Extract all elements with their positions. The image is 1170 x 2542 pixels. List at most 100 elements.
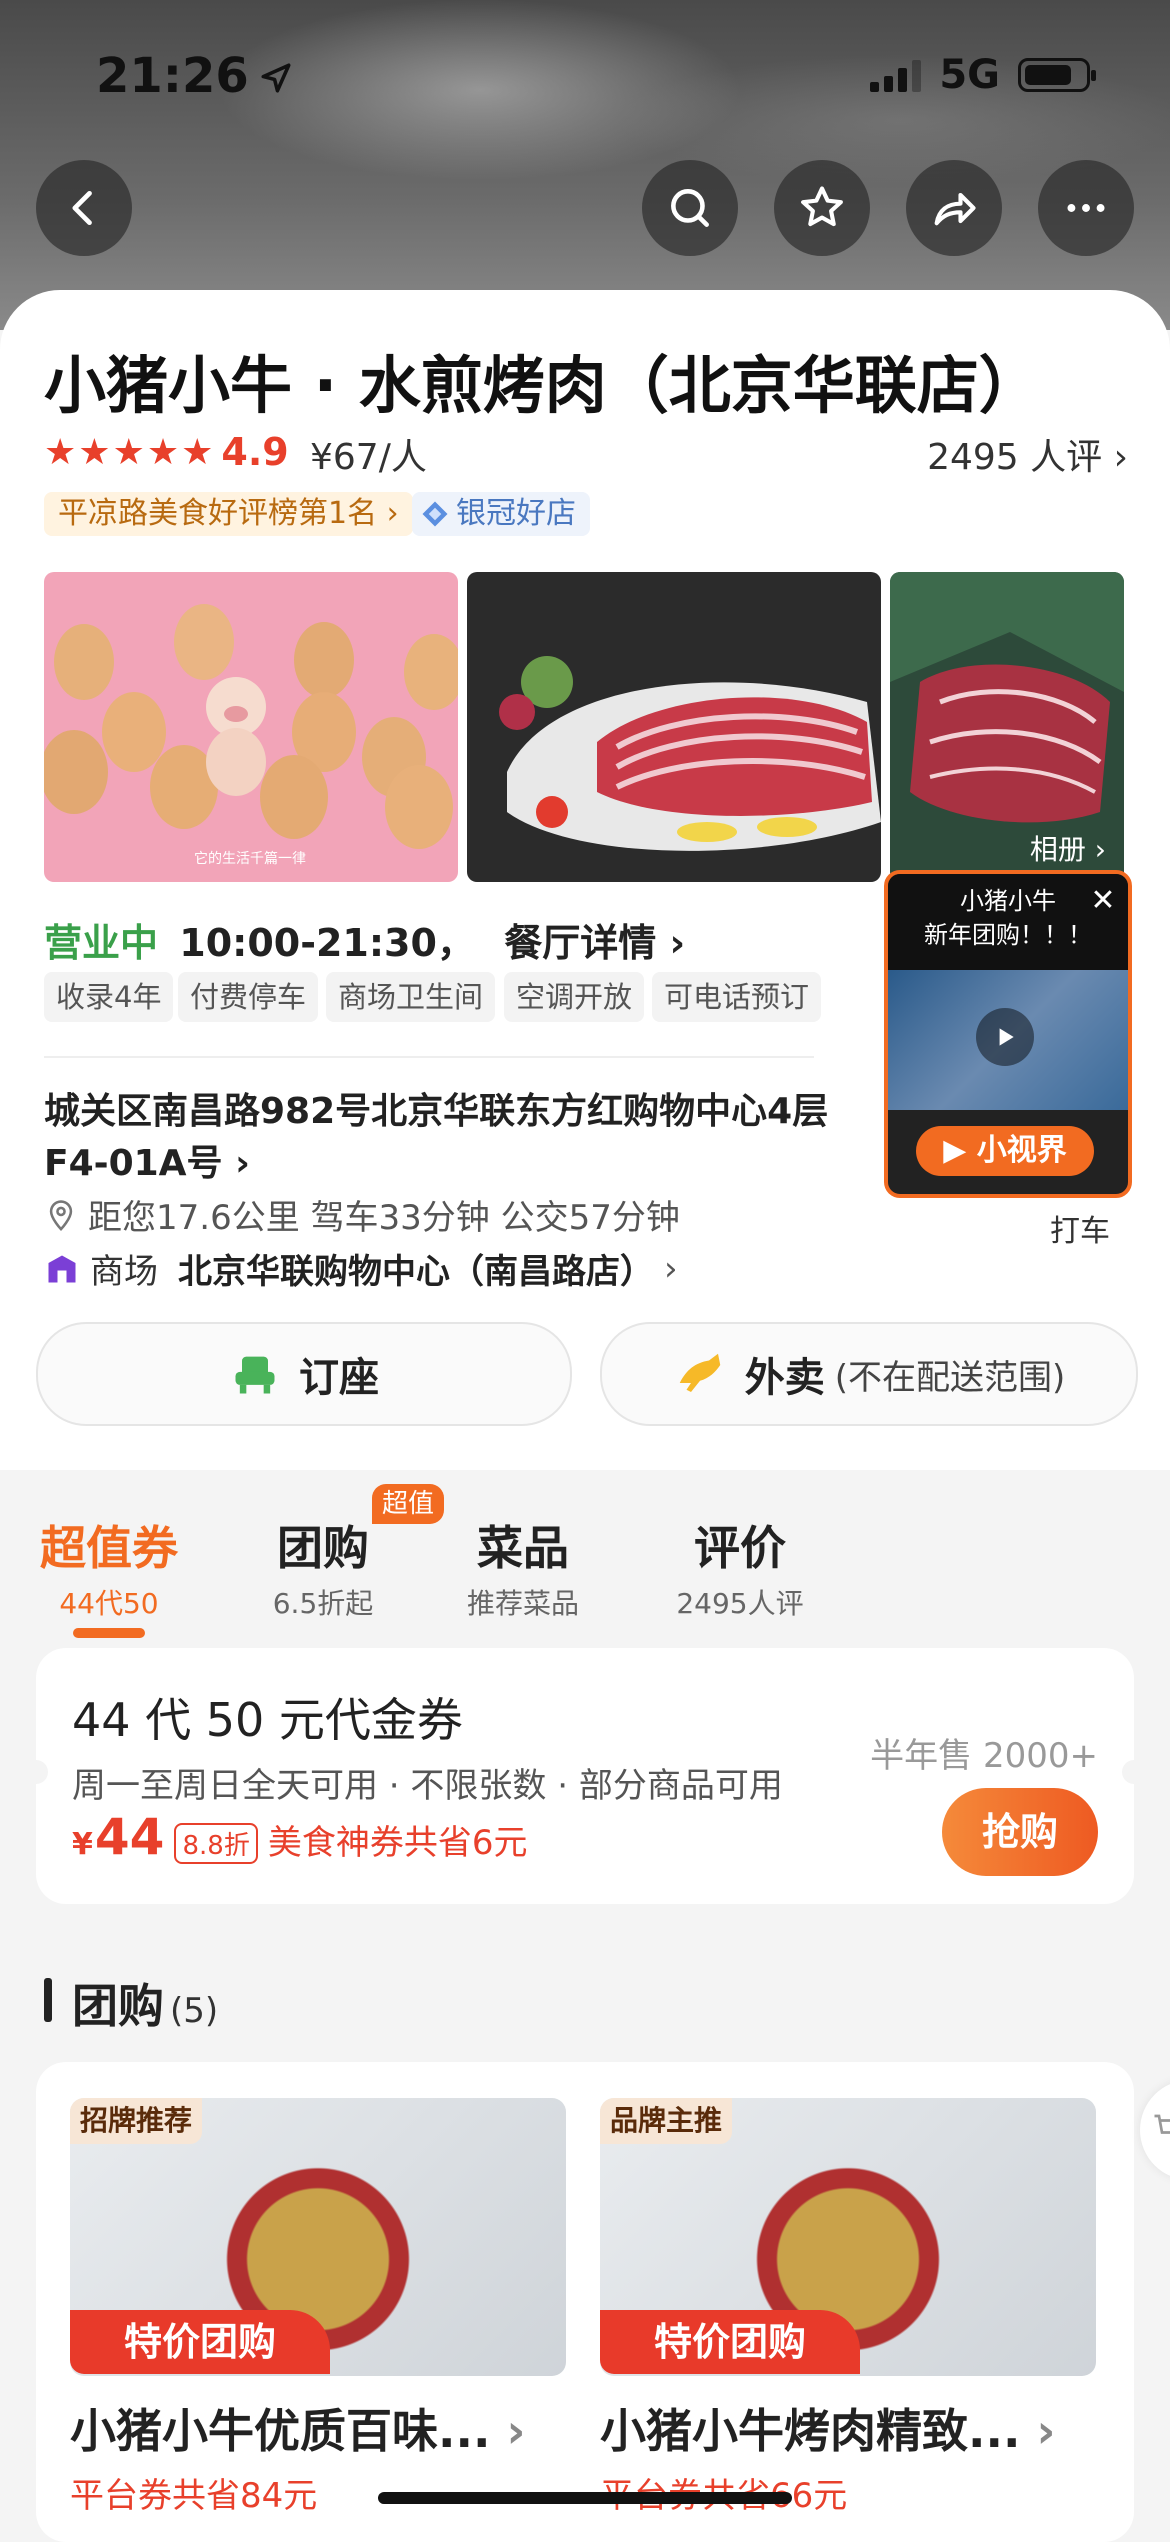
deal-tag: 品牌主推 [600,2098,733,2144]
reserve-label: 订座 [299,1355,379,1401]
deal-ribbon: 特价团购 [70,2310,330,2374]
feature-chip: 商场卫生间 [326,972,496,1022]
share-icon [934,192,976,226]
ranking-tag[interactable]: 平凉路美食好评榜第1名 › [44,492,413,536]
search-button[interactable] [642,160,738,256]
chevron-right-icon: › [1094,833,1106,866]
deal-tag: 招牌推荐 [70,2098,203,2144]
discount-badge: 8.8折 [174,1823,258,1864]
album-link[interactable]: 相册 › [1030,828,1106,868]
star-icon: ★ [78,431,111,473]
delivery-label: 外卖 [744,1355,825,1401]
tab-active-indicator [73,1628,145,1638]
mall-link[interactable]: 商场 北京华联购物中心（南昌路店） › [44,1244,678,1293]
tab-label: 团购 [277,1521,369,1575]
reserve-button[interactable]: 订座 [36,1322,572,1426]
deal-title-link[interactable]: 小猪小牛烤肉精致... › [600,2395,1055,2461]
store-photo-steak[interactable]: 相册 › [890,572,1124,882]
review-count-link[interactable]: 2495 人评 › [927,428,1128,480]
cart-float-button[interactable] [1140,2080,1170,2180]
chevron-right-icon: › [1036,2404,1056,2458]
eggs-photo-illustration [44,604,458,849]
group-title-text: 团购 [72,1979,164,2033]
chevron-right-icon: › [669,921,686,965]
store-photo-eggs[interactable]: 它的生活千篇一律 [44,572,458,882]
coupon-price: 44 [94,1808,165,1866]
cart-icon [1154,2114,1170,2134]
group-count: (5) [170,1991,219,2031]
location-arrow-icon [259,51,293,107]
rating-stars: ★ ★ ★ ★ ★ 4.9 [44,430,289,474]
tab-label: 超值券 [40,1521,178,1575]
buy-button[interactable]: 抢购 [942,1788,1098,1876]
battery-icon [1018,58,1096,92]
delivery-kangaroo-icon [679,1353,720,1392]
tab-coupons[interactable]: 超值券 44代50 [36,1512,182,1638]
mall-building-icon [48,1255,76,1282]
coupon-title: 44 代 50 元代金券 [72,1693,463,1747]
more-button[interactable] [1038,160,1134,256]
coupon-price-row: ¥ 44 8.8折 美食神券共省6元 [72,1808,527,1866]
feature-chip: 付费停车 [178,972,319,1022]
rating-score: 4.9 [221,430,289,474]
search-icon [671,189,709,227]
tab-reviews[interactable]: 评价 2495人评 [660,1512,820,1622]
favorite-button[interactable] [774,160,870,256]
share-button[interactable] [906,160,1002,256]
coupon-saving: 美食神券共省6元 [267,1823,528,1863]
chevron-right-icon: › [1113,437,1128,478]
close-video-button[interactable]: ✕ [1086,884,1120,918]
distance-info: 距您17.6公里 驾车33分钟 公交57分钟 [44,1190,680,1239]
section-bar [44,1978,52,2022]
deal-title-link[interactable]: 小猪小牛优质百味... › [70,2395,525,2461]
address-link[interactable]: 城关区南昌路982号北京华联东方红购物中心4层F4-01A号 › [44,1086,844,1190]
deal-title: 小猪小牛优质百味... [70,2404,491,2458]
status-indicators: 5G [870,52,1096,98]
coupon-description: 周一至周日全天可用 · 不限张数 · 部分商品可用 [72,1766,783,1806]
video-frame [888,970,1128,1110]
close-icon: ✕ [1090,883,1116,918]
mall-name: 北京华联购物中心（南昌路店） [178,1252,654,1292]
meat-platter-illustration [499,656,881,851]
photo-caption: 它的生活千篇一律 [194,851,306,867]
details-link-text: 餐厅详情 [504,921,657,965]
review-count-text: 2495 人评 [927,437,1103,478]
star-icon: ★ [181,431,214,473]
store-photo-meat-platter[interactable] [467,572,881,882]
video-caption-line2: 新年团购！！！ [924,921,1092,949]
hours-text: 10:00-21:30， [179,921,475,965]
tab-group-buy[interactable]: 团购 6.5折起 [258,1512,388,1622]
details-link[interactable]: 餐厅详情 › [504,921,685,965]
ranking-tag-text: 平凉路美食好评榜第1名 [58,496,378,531]
seat-icon [235,1356,275,1394]
play-icon [976,1008,1034,1066]
star-icon [801,186,843,227]
floating-video[interactable]: 小猪小牛 新年团购！！！ ✕ ▶ 小视界 [884,870,1132,1198]
chevron-right-icon: › [235,1143,250,1184]
silver-tag-text: 银冠好店 [456,496,576,531]
feature-chip: 空调开放 [504,972,645,1022]
network-label: 5G [939,52,1000,98]
star-icon: ★ [44,431,77,473]
star-icon: ★ [146,431,180,473]
business-hours: 营业中 10:00-21:30， 餐厅详情 › [44,912,685,967]
coupon-sold: 半年售 2000+ [870,1736,1098,1776]
location-pin-icon [49,1199,73,1231]
signal-icon [870,58,922,92]
deal-ribbon: 特价团购 [600,2310,860,2374]
tab-label: 评价 [694,1521,786,1575]
delivery-button[interactable]: 外卖 (不在配送范围) [600,1322,1138,1426]
tab-sub: 6.5折起 [272,1587,374,1620]
value-badge: 超值 [372,1484,445,1524]
silver-crown-tag: 银冠好店 [412,492,590,536]
diamond-badge-icon [422,501,448,527]
back-button[interactable] [36,160,132,256]
taxi-button[interactable]: 打车 [1050,1206,1110,1250]
deal-title: 小猪小牛烤肉精致... [600,2404,1021,2458]
group-section-title: 团购 (5) [72,1970,218,2036]
coupon-card[interactable]: 44 代 50 元代金券 周一至周日全天可用 · 不限张数 · 部分商品可用 ¥… [24,1648,1146,1904]
home-indicator[interactable] [378,2492,792,2504]
tab-sub: 2495人评 [676,1587,804,1620]
tab-dishes[interactable]: 菜品 推荐菜品 [456,1512,590,1622]
delivery-note: (不在配送范围) [834,1357,1066,1398]
